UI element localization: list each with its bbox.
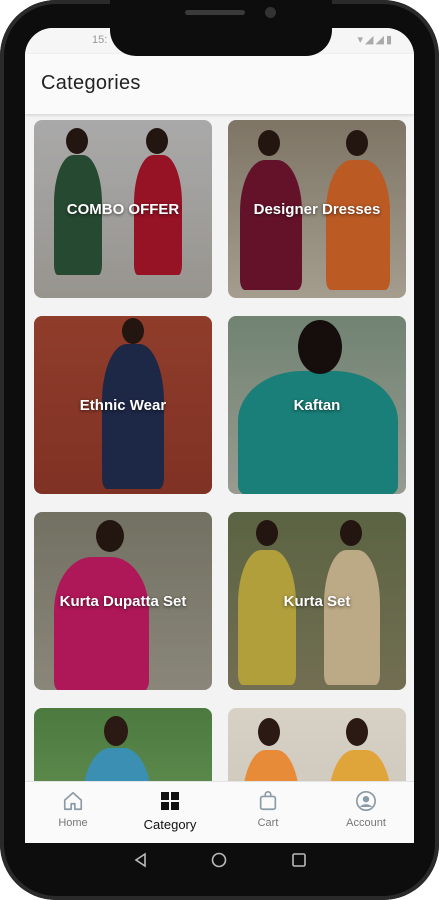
system-navigation-bar: [25, 843, 414, 877]
recents-icon[interactable]: [291, 852, 307, 873]
app-bar: Categories: [25, 54, 414, 114]
model-image: [242, 750, 300, 781]
model-image: [328, 750, 392, 781]
home-button-icon[interactable]: [211, 852, 227, 873]
grid-icon: [130, 790, 210, 812]
nav-category[interactable]: Category: [130, 790, 210, 832]
category-label: Kaftan: [293, 396, 341, 414]
nav-cart-label: Cart: [257, 817, 279, 829]
category-tile-8[interactable]: [228, 708, 406, 781]
model-image: [104, 716, 128, 746]
front-camera: [265, 7, 276, 18]
page-title: Categories: [41, 72, 141, 94]
category-tile-combo-offer[interactable]: COMBO OFFER: [34, 120, 212, 298]
category-label: Kurta Dupatta Set: [59, 592, 187, 610]
category-tile-designer-dresses[interactable]: Designer Dresses: [228, 120, 406, 298]
account-icon: [326, 790, 406, 812]
category-tile-ethnic-wear[interactable]: Ethnic Wear: [34, 316, 212, 494]
nav-home-label: Home: [58, 817, 88, 829]
category-label: Designer Dresses: [253, 200, 381, 218]
category-tile-7[interactable]: [34, 708, 212, 781]
model-image: [346, 718, 368, 746]
speaker-slot: [185, 10, 245, 15]
nav-home[interactable]: Home: [33, 790, 113, 829]
nav-account-label: Account: [346, 817, 386, 829]
model-image: [82, 748, 152, 781]
back-icon[interactable]: [133, 852, 149, 873]
phone-frame: 15: ▾◢◢▮ Categories COMBO OFFER Designer…: [0, 0, 439, 900]
nav-account[interactable]: Account: [326, 790, 406, 829]
category-tile-kaftan[interactable]: Kaftan: [228, 316, 406, 494]
category-tile-kurta-dupatta-set[interactable]: Kurta Dupatta Set: [34, 512, 212, 690]
nav-cart[interactable]: Cart: [228, 790, 308, 829]
category-label: Ethnic Wear: [79, 396, 167, 414]
category-grid: COMBO OFFER Designer Dresses Ethnic Wear: [25, 116, 414, 781]
model-image: [258, 718, 280, 746]
status-icons: ▾◢◢▮: [357, 34, 394, 46]
category-tile-kurta-set[interactable]: Kurta Set: [228, 512, 406, 690]
camera-notch: [110, 0, 332, 56]
home-icon: [33, 790, 113, 812]
app-screen: 15: ▾◢◢▮ Categories COMBO OFFER Designer…: [25, 28, 414, 843]
nav-category-label: Category: [143, 817, 197, 832]
category-label: Kurta Set: [283, 592, 351, 610]
category-label: COMBO OFFER: [66, 200, 180, 218]
bottom-navigation: Home Category Cart Account: [25, 781, 414, 843]
status-time: 15:: [92, 34, 108, 46]
shopping-bag-icon: [228, 790, 308, 812]
